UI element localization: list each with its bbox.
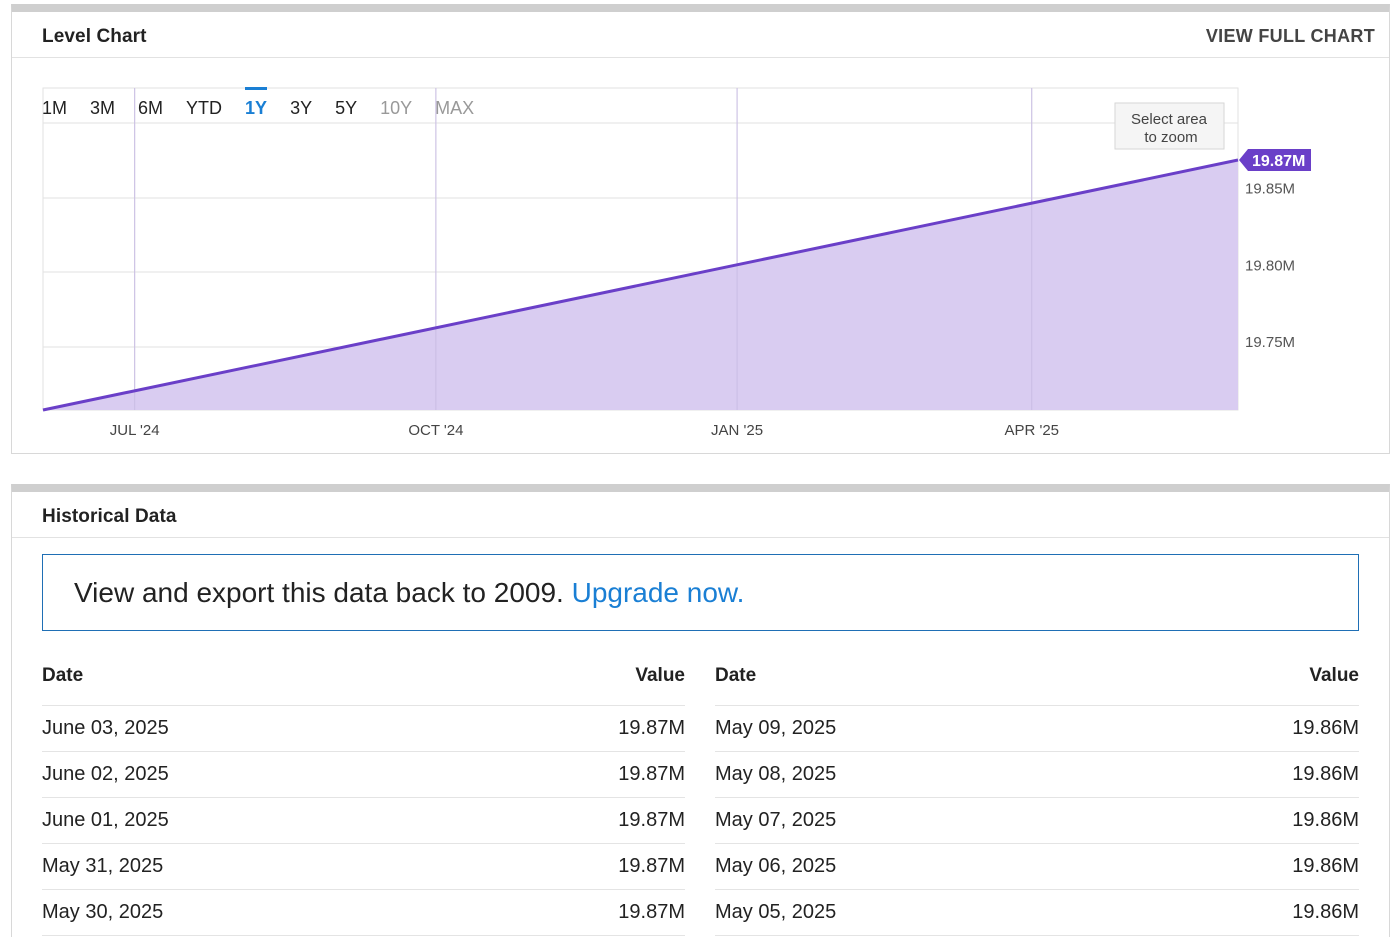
date-column-header: Date (42, 665, 84, 686)
upgrade-now-link[interactable]: Upgrade now. (572, 577, 745, 608)
x-tick-label: APR '25 (1004, 422, 1059, 439)
row-value: 19.87M (618, 763, 685, 785)
table-row: May 08, 2025 19.86M (715, 752, 1359, 798)
zoom-hint-text: to zoom (1144, 129, 1197, 146)
row-date: June 02, 2025 (42, 763, 169, 785)
row-value: 19.87M (618, 717, 685, 739)
row-value: 19.87M (618, 855, 685, 877)
row-date: May 09, 2025 (715, 717, 837, 739)
historical-data-header: Historical Data (12, 492, 1389, 538)
upgrade-notice: View and export this data back to 2009. … (42, 554, 1359, 631)
row-date: June 03, 2025 (42, 717, 169, 739)
row-date: May 30, 2025 (42, 901, 164, 923)
y-tick-label: 19.85M (1245, 181, 1295, 198)
range-button-6m[interactable]: 6M (138, 96, 163, 120)
x-tick-label: JAN '25 (711, 422, 763, 439)
zoom-hint-text: Select area (1131, 111, 1208, 128)
history-table-right: Date Value May 09, 2025 19.86M May 08, 202… (715, 660, 1359, 936)
row-date: June 01, 2025 (42, 809, 169, 831)
range-button-1m[interactable]: 1M (42, 96, 67, 120)
row-value: 19.86M (1292, 809, 1359, 831)
value-column-header: Value (635, 665, 685, 686)
table-row: May 30, 2025 19.87M (42, 890, 685, 936)
table-row: May 05, 2025 19.86M (715, 890, 1359, 936)
current-value-label: 19.87M (1252, 153, 1305, 170)
notice-text: View and export this data back to 2009. (74, 577, 572, 608)
range-button-5y[interactable]: 5Y (335, 96, 357, 120)
table-row: May 09, 2025 19.86M (715, 706, 1359, 752)
table-row: May 31, 2025 19.87M (42, 844, 685, 890)
row-date: May 06, 2025 (715, 855, 837, 877)
x-tick-label: JUL '24 (110, 422, 160, 439)
range-button-max: MAX (435, 98, 475, 118)
row-value: 19.87M (618, 809, 685, 831)
table-row: May 06, 2025 19.86M (715, 844, 1359, 890)
range-selector: 1M 3M 6M YTD 1Y 3Y 5Y 10Y MAX (42, 87, 497, 120)
row-date: May 05, 2025 (715, 901, 837, 923)
y-tick-label: 19.75M (1245, 334, 1295, 351)
x-tick-label: OCT '24 (408, 422, 463, 439)
table-header: Date Value (715, 660, 1359, 706)
value-column-header: Value (1309, 665, 1359, 686)
table-row: June 03, 2025 19.87M (42, 706, 685, 752)
row-value: 19.86M (1292, 901, 1359, 923)
date-column-header: Date (715, 665, 757, 686)
table-header: Date Value (42, 660, 685, 706)
row-date: May 07, 2025 (715, 809, 837, 831)
row-value: 19.86M (1292, 717, 1359, 739)
row-date: May 31, 2025 (42, 855, 164, 877)
row-value: 19.87M (618, 901, 685, 923)
row-value: 19.86M (1292, 855, 1359, 877)
range-button-1y[interactable]: 1Y (245, 87, 268, 120)
y-tick-label: 19.80M (1245, 257, 1295, 274)
history-table-left: Date Value June 03, 2025 19.87M June 02, 2… (42, 660, 685, 936)
historical-data-title: Historical Data (42, 506, 177, 527)
table-row: May 07, 2025 19.86M (715, 798, 1359, 844)
row-date: May 08, 2025 (715, 763, 837, 785)
level-chart[interactable]: JUL '24 OCT '24 JAN '25 APR '25 19.75M 19.80M… (0, 0, 1396, 460)
range-button-3m[interactable]: 3M (90, 96, 115, 120)
table-row: June 02, 2025 19.87M (42, 752, 685, 798)
range-button-3y[interactable]: 3Y (290, 96, 312, 120)
range-button-ytd[interactable]: YTD (186, 96, 222, 120)
table-row: June 01, 2025 19.87M (42, 798, 685, 844)
range-button-10y: 10Y (380, 98, 413, 118)
row-value: 19.86M (1292, 763, 1359, 785)
